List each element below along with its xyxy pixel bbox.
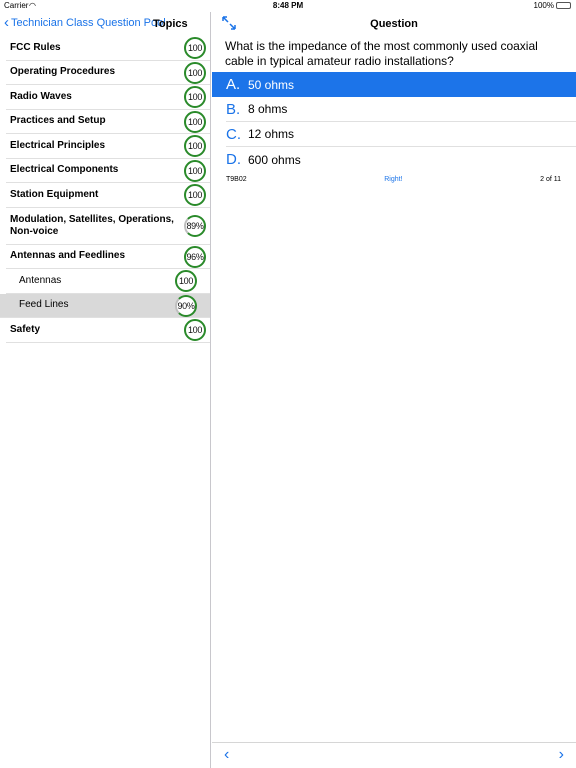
answer-option-d[interactable]: D. 600 ohms bbox=[226, 147, 576, 172]
question-title: Question bbox=[370, 18, 418, 30]
back-button[interactable]: ‹ Technician Class Question Pool bbox=[4, 14, 166, 31]
topic-item-modulation[interactable]: Modulation, Satellites, Operations, Non-… bbox=[6, 208, 210, 245]
topic-label: Practices and Setup bbox=[10, 115, 106, 127]
topic-list: FCC Rules 100 Operating Procedures 100 R… bbox=[0, 36, 210, 343]
topic-label: Station Equipment bbox=[10, 188, 99, 200]
topic-label: Antennas and Feedlines bbox=[10, 250, 126, 262]
topic-label: Radio Waves bbox=[10, 90, 72, 102]
topic-item-practices-and-setup[interactable]: Practices and Setup 100 bbox=[6, 110, 210, 134]
score-badge: 100 bbox=[184, 319, 206, 341]
chevron-left-icon: ‹ bbox=[224, 746, 230, 763]
topic-item-antennas[interactable]: Antennas 100 bbox=[6, 269, 210, 294]
battery-percent: 100% bbox=[533, 1, 554, 10]
score-badge: 100 bbox=[184, 110, 206, 133]
answer-letter: D. bbox=[226, 151, 241, 168]
topic-item-feed-lines[interactable]: Feed Lines 90% bbox=[0, 293, 210, 318]
topic-item-radio-waves[interactable]: Radio Waves 100 bbox=[6, 85, 210, 110]
topic-label: Modulation, Satellites, Operations, Non-… bbox=[10, 213, 174, 237]
topics-navbar: ‹ Technician Class Question Pool Topics bbox=[0, 12, 210, 36]
topic-item-station-equipment[interactable]: Station Equipment 100 bbox=[6, 183, 210, 208]
answer-option-a[interactable]: A. 50 ohms bbox=[212, 72, 576, 97]
score-badge: 100 bbox=[175, 270, 197, 292]
question-position: 2 of 11 bbox=[540, 176, 561, 183]
score-badge: 90% bbox=[175, 294, 197, 317]
score-badge: 100 bbox=[184, 61, 206, 84]
answer-letter: C. bbox=[226, 125, 241, 143]
score-badge: 100 bbox=[184, 135, 206, 157]
topic-label: Electrical Principles bbox=[10, 139, 106, 151]
topic-label: Operating Procedures bbox=[10, 66, 116, 78]
score-badge: 100 bbox=[184, 86, 206, 108]
score-badge: 100 bbox=[184, 159, 206, 182]
question-navbar: Question bbox=[212, 12, 576, 36]
next-button[interactable]: › bbox=[559, 746, 564, 764]
battery-icon bbox=[556, 2, 571, 9]
topic-label: Antennas bbox=[19, 274, 62, 286]
topic-label: Feed Lines bbox=[19, 299, 69, 311]
topic-item-safety[interactable]: Safety 100 bbox=[6, 318, 210, 343]
question-pane: Question What is the impedance of the mo… bbox=[212, 12, 576, 768]
question-id: T9B02 bbox=[226, 176, 247, 183]
score-badge: 100 bbox=[184, 184, 206, 206]
topics-pane: ‹ Technician Class Question Pool Topics … bbox=[0, 12, 211, 768]
topic-item-electrical-components[interactable]: Electrical Components 100 bbox=[6, 159, 210, 183]
status-time: 8:48 PM bbox=[272, 1, 304, 10]
chevron-left-icon: ‹ bbox=[4, 14, 9, 31]
answer-text: 600 ohms bbox=[248, 152, 301, 167]
score-badge: 96% bbox=[184, 245, 206, 268]
page-title: Topics bbox=[153, 18, 188, 30]
topic-label: Electrical Components bbox=[10, 164, 119, 176]
topic-label: Safety bbox=[10, 323, 41, 335]
score-badge: 89% bbox=[184, 214, 206, 237]
topic-item-fcc-rules[interactable]: FCC Rules 100 bbox=[6, 36, 210, 61]
bottom-toolbar: ‹ › bbox=[212, 742, 576, 768]
topic-item-operating-procedures[interactable]: Operating Procedures 100 bbox=[6, 61, 210, 85]
answer-option-c[interactable]: C. 12 ohms bbox=[226, 122, 576, 147]
topic-item-electrical-principles[interactable]: Electrical Principles 100 bbox=[6, 134, 210, 159]
chevron-right-icon: › bbox=[558, 746, 564, 763]
answer-letter: B. bbox=[226, 100, 241, 118]
answer-text: 8 ohms bbox=[248, 102, 288, 116]
answer-option-b[interactable]: B. 8 ohms bbox=[226, 97, 576, 122]
question-text: What is the impedance of the most common… bbox=[225, 39, 538, 68]
answer-text: 12 ohms bbox=[248, 127, 295, 141]
score-badge: 100 bbox=[184, 37, 206, 59]
topic-label: FCC Rules bbox=[10, 41, 61, 53]
result-label: Right! bbox=[384, 176, 403, 183]
topic-item-antennas-and-feedlines[interactable]: Antennas and Feedlines 96% bbox=[6, 245, 210, 269]
status-bar: Carrier ◠ 8:48 PM 100% bbox=[0, 0, 576, 12]
question-meta: T9B02 Right! 2 of 11 bbox=[212, 172, 576, 183]
answer-text: 50 ohms bbox=[248, 77, 295, 92]
previous-button[interactable]: ‹ bbox=[224, 746, 229, 764]
answer-letter: A. bbox=[226, 76, 241, 93]
back-button-label: Technician Class Question Pool bbox=[11, 17, 166, 29]
